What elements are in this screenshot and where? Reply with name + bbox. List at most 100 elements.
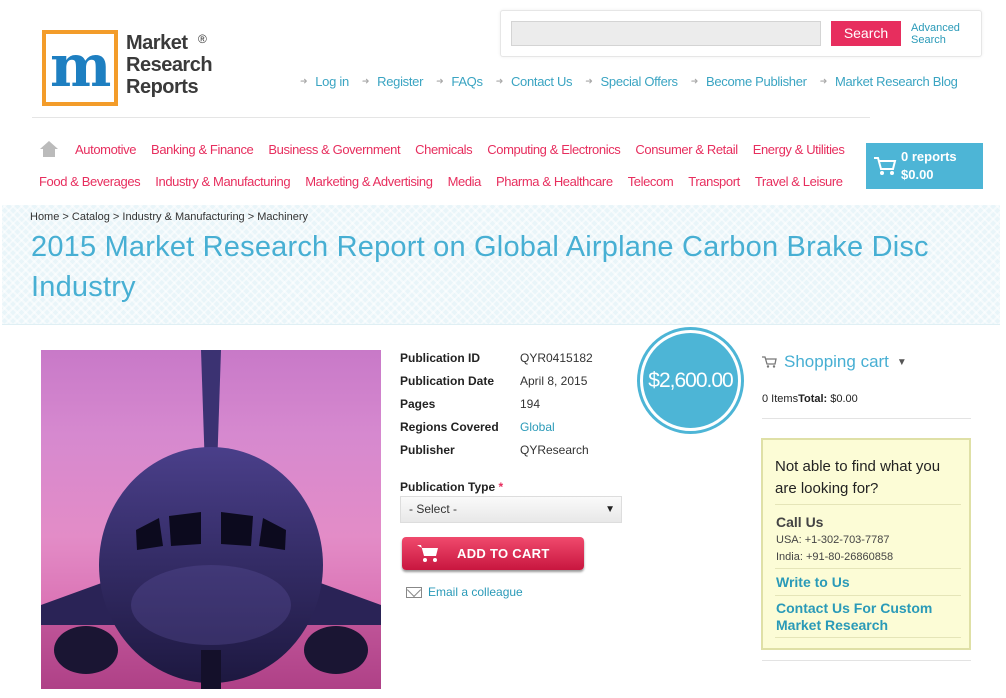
category-media[interactable]: Media: [448, 174, 482, 189]
add-to-cart-button[interactable]: ADD TO CART: [402, 537, 584, 570]
cart-icon: [417, 545, 438, 562]
category-telecom[interactable]: Telecom: [628, 174, 674, 189]
call-us-heading: Call Us: [776, 514, 824, 530]
search-button[interactable]: Search: [831, 21, 901, 46]
email-colleague-link[interactable]: Email a colleague: [406, 585, 523, 599]
home-icon[interactable]: [40, 141, 58, 157]
envelope-icon: [406, 586, 422, 598]
breadcrumb-machinery[interactable]: Machinery: [257, 211, 308, 223]
category-chemicals[interactable]: Chemicals: [415, 142, 472, 157]
category-nav-row-2: Food & Beverages Industry & Manufacturin…: [39, 174, 843, 189]
advanced-search-line-2: Search: [911, 34, 946, 46]
category-pharma-healthcare[interactable]: Pharma & Healthcare: [496, 174, 613, 189]
logo-letter-m: m: [50, 32, 111, 100]
breadcrumb-home[interactable]: Home: [30, 211, 59, 223]
phone-usa: USA: +1-302-703-7787: [776, 534, 890, 546]
breadcrumb-catalog[interactable]: Catalog: [72, 211, 110, 223]
category-marketing-advertising[interactable]: Marketing & Advertising: [305, 174, 433, 189]
logo-line-2: Research: [126, 54, 213, 76]
category-industry-manufacturing[interactable]: Industry & Manufacturing: [155, 174, 290, 189]
breadcrumb-separator: >: [247, 211, 255, 223]
breadcrumb-industry[interactable]: Industry & Manufacturing: [122, 211, 244, 223]
chevron-down-icon: ▼: [896, 356, 907, 368]
category-banking-finance[interactable]: Banking & Finance: [151, 142, 254, 157]
bullet-icon: ➜: [300, 76, 308, 86]
category-travel-leisure[interactable]: Travel & Leisure: [755, 174, 843, 189]
region-link[interactable]: Global: [520, 419, 555, 435]
selected-option: - Select -: [409, 502, 458, 516]
home-base: [43, 149, 55, 157]
publication-type-label: Publication Type *: [400, 480, 503, 494]
top-link-faqs[interactable]: ➜ FAQs: [436, 74, 483, 89]
site-logo[interactable]: m Market Research Reports ®: [42, 30, 222, 110]
top-link-label: FAQs: [451, 74, 483, 89]
top-link-login[interactable]: ➜ Log in: [300, 74, 349, 89]
breadcrumb-separator: >: [62, 211, 69, 223]
search-input[interactable]: [511, 21, 821, 46]
cart-summary: 0 ItemsTotal: $0.00: [762, 393, 858, 405]
top-link-label: Become Publisher: [705, 74, 807, 89]
help-box: Not able to find what you are looking fo…: [761, 438, 971, 650]
header-cart-button[interactable]: 0 reports $0.00: [866, 143, 983, 189]
top-link-label: Log in: [315, 74, 349, 89]
publication-type-select[interactable]: - Select - ▼: [400, 496, 622, 523]
help-divider: [775, 595, 961, 596]
category-food-beverages[interactable]: Food & Beverages: [39, 174, 141, 189]
logo-mark: m: [42, 30, 118, 106]
top-link-publisher[interactable]: ➜ Become Publisher: [691, 74, 807, 89]
bullet-icon: ➜: [585, 76, 593, 86]
detail-label: Publication Date: [400, 374, 495, 388]
page-title: 2015 Market Research Report on Global Ai…: [31, 231, 929, 303]
category-computing-electronics[interactable]: Computing & Electronics: [487, 142, 621, 157]
category-automotive[interactable]: Automotive: [75, 142, 136, 157]
bullet-icon: ➜: [819, 76, 828, 86]
bullet-icon: ➜: [361, 76, 370, 86]
detail-value: QYR0415182: [520, 351, 593, 365]
phone-india: India: +91-80-26860858: [776, 551, 894, 563]
bullet-icon: ➜: [436, 76, 444, 86]
detail-label: Regions Covered: [400, 420, 499, 434]
detail-label: Publisher: [400, 443, 455, 457]
write-to-us-link[interactable]: Write to Us: [776, 574, 966, 591]
category-business-government[interactable]: Business & Government: [268, 142, 400, 157]
shopping-cart-toggle[interactable]: Shopping cart ▼: [762, 352, 907, 372]
home-roof: [40, 141, 58, 149]
logo-line-3: Reports: [126, 76, 199, 98]
help-divider: [775, 568, 961, 569]
top-link-register[interactable]: ➜ Register: [361, 74, 424, 89]
category-energy-utilities[interactable]: Energy & Utilities: [753, 142, 845, 157]
top-link-offers[interactable]: ➜ Special Offers: [585, 74, 679, 89]
bullet-icon: ➜: [495, 76, 504, 86]
cart-total-value: $0.00: [830, 393, 858, 405]
help-divider: [775, 504, 961, 505]
price-value: $2,600.00: [648, 369, 733, 392]
detail-value: 194: [520, 397, 541, 411]
header-cart-count: 0 reports: [901, 149, 957, 164]
breadcrumb-separator: >: [112, 211, 120, 223]
advanced-search-line-1: Advanced: [911, 22, 960, 34]
detail-value: April 8, 2015: [520, 374, 588, 388]
bullet-icon: ➜: [690, 76, 699, 86]
category-transport[interactable]: Transport: [688, 174, 740, 189]
category-nav-row-1: Automotive Banking & Finance Business & …: [75, 142, 845, 157]
top-link-label: Special Offers: [600, 74, 679, 89]
search-bar: Search Advanced Search: [500, 10, 982, 57]
sidebar-bottom-divider: [762, 660, 971, 661]
add-to-cart-label: ADD TO CART: [457, 546, 550, 561]
top-link-blog[interactable]: ➜ Market Research Blog: [820, 74, 958, 89]
top-links: ➜ Log in ➜ Register ➜ FAQs ➜ Contact Us ➜ Spe…: [300, 74, 958, 89]
advanced-search-link[interactable]: Advanced Search: [911, 22, 971, 46]
logo-wordmark: Market Research Reports ®: [126, 32, 213, 98]
report-cover-image: [41, 350, 381, 689]
category-consumer-retail[interactable]: Consumer & Retail: [635, 142, 738, 157]
top-link-label: Register: [377, 74, 424, 89]
publication-type-text: Publication Type: [400, 480, 496, 494]
top-link-contact[interactable]: ➜ Contact Us: [496, 74, 573, 89]
detail-label: Publication ID: [400, 351, 481, 365]
registered-mark: ®: [198, 32, 207, 46]
email-colleague-label: Email a colleague: [428, 585, 523, 599]
cart-total-label: Total:: [798, 393, 828, 405]
custom-research-link[interactable]: Contact Us For Custom Market Research: [776, 600, 966, 634]
top-link-label: Market Research Blog: [834, 74, 958, 89]
detail-value: QYResearch: [520, 443, 589, 457]
